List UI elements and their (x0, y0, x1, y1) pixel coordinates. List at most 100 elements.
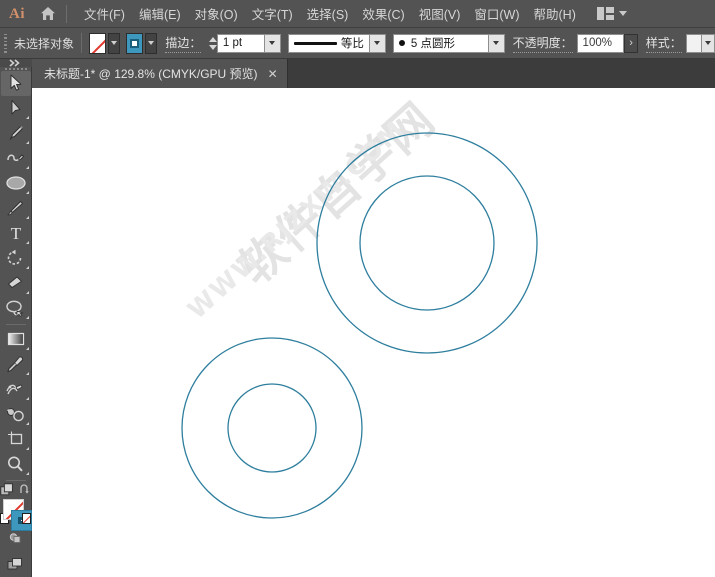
stroke-profile-dropdown[interactable] (369, 33, 386, 53)
toolbar-expand-button[interactable] (0, 59, 32, 67)
menu-item-object[interactable]: 对象(O) (188, 0, 245, 27)
swap-arrow-icon[interactable] (19, 484, 31, 496)
ellipse-tool[interactable] (1, 171, 31, 196)
menu-item-select[interactable]: 选择(S) (300, 0, 356, 27)
options-bar-grip[interactable] (2, 31, 9, 55)
chevron-down-icon (269, 41, 276, 45)
paintbrush-icon (6, 201, 23, 216)
menu-item-file[interactable]: 文件(F) (77, 0, 132, 27)
pen-icon (9, 126, 23, 140)
lasso-tool[interactable] (1, 296, 31, 321)
menu-item-edit[interactable]: 编辑(E) (132, 0, 188, 27)
type-t-icon: T (10, 224, 21, 242)
screen-mode-button[interactable] (1, 552, 31, 577)
artboard-canvas[interactable]: 软件自学网 WWW.RJZXW.COM (32, 88, 715, 577)
zoom-tool[interactable] (1, 452, 31, 477)
menu-item-window[interactable]: 窗口(W) (467, 0, 526, 27)
artboard-icon (7, 431, 22, 445)
document-tab-title: 未标题-1* @ 129.8% (CMYK/GPU 预览) (44, 67, 258, 81)
drawing-mode-button[interactable] (1, 527, 31, 552)
opacity-expand-button[interactable]: › (624, 33, 638, 53)
brush-dot-icon (398, 40, 405, 46)
illustrator-window: Ai 文件(F) 编辑(E) 对象(O) 文字(T) 选择(S) 效果(C) 视… (0, 0, 715, 577)
brush-definition-value[interactable]: 5 点圆形 (392, 33, 489, 53)
chevron-down-icon (110, 41, 117, 45)
tool-flyout-indicator (25, 115, 29, 119)
home-icon[interactable] (34, 0, 62, 28)
fill-swatch-button[interactable] (88, 32, 106, 54)
close-icon[interactable]: ✕ (268, 68, 278, 80)
svg-text:T: T (10, 224, 21, 242)
document-tab[interactable]: 未标题-1* @ 129.8% (CMYK/GPU 预览) ✕ (32, 59, 288, 88)
pen-tool[interactable] (1, 121, 31, 146)
gradient-square-icon (7, 333, 24, 346)
selection-tool[interactable] (0, 70, 31, 96)
opacity-value[interactable]: 100% (576, 33, 625, 53)
tool-flyout-indicator (25, 471, 29, 475)
tool-flyout-indicator (25, 371, 29, 375)
circle-group-1-inner[interactable] (359, 175, 495, 311)
stroke-weight-dropdown[interactable] (264, 33, 281, 53)
paintbrush-tool[interactable] (1, 196, 31, 221)
ellipse-icon (5, 176, 26, 190)
tool-flyout-indicator (25, 290, 29, 294)
brush-definition-label: 5 点圆形 (410, 38, 455, 50)
app-logo: Ai (9, 5, 25, 22)
no-fill-slash-icon (89, 33, 105, 53)
brush-definition-dropdown[interactable] (488, 33, 505, 53)
document-tab-strip: 未标题-1* @ 129.8% (CMYK/GPU 预览) ✕ (32, 59, 715, 88)
artboard-tool[interactable] (1, 427, 31, 452)
stroke-profile-combo[interactable]: 等比 (287, 33, 386, 53)
screen-mode-icon (7, 558, 22, 570)
eyedropper-tool[interactable] (1, 352, 31, 377)
opacity-label: 不透明度： (512, 34, 573, 53)
menu-bar: Ai 文件(F) 编辑(E) 对象(O) 文字(T) 选择(S) 效果(C) 视… (0, 0, 715, 28)
eraser-tool[interactable] (1, 271, 31, 296)
fill-dropdown-button[interactable] (107, 32, 120, 54)
tool-flyout-indicator (25, 315, 29, 319)
menu-items: 文件(F) 编辑(E) 对象(O) 文字(T) 选择(S) 效果(C) 视图(V… (77, 0, 583, 27)
menu-item-effect[interactable]: 效果(C) (355, 0, 411, 27)
menu-divider (66, 4, 67, 23)
eyedropper-icon (7, 356, 24, 373)
arrange-documents-button[interactable] (596, 7, 627, 20)
tools-panel: T (0, 59, 32, 577)
rotate-tool[interactable] (1, 246, 31, 271)
graphic-style-swatch[interactable] (685, 33, 703, 53)
stroke-profile-value[interactable]: 等比 (287, 33, 370, 53)
circle-group-2-outer[interactable] (181, 337, 363, 519)
graphic-style-dropdown[interactable] (702, 33, 715, 53)
tool-flyout-indicator (25, 215, 29, 219)
menu-item-type[interactable]: 文字(T) (245, 0, 300, 27)
chevron-down-icon (705, 41, 712, 45)
stroke-weight-stepper[interactable] (208, 33, 217, 53)
gradient-tool[interactable] (1, 327, 31, 352)
direct-selection-tool[interactable] (1, 96, 31, 121)
blend-tool[interactable] (1, 377, 31, 402)
overlap-squares-icon[interactable] (0, 483, 14, 497)
double-chevron-right-icon (9, 59, 20, 67)
stroke-weight-value[interactable]: 1 pt (216, 33, 265, 53)
selection-status-label: 未选择对象 (14, 36, 75, 51)
chevron-down-icon (618, 11, 627, 16)
stroke-weight-label: 描边： (165, 34, 202, 53)
circle-group-2-inner[interactable] (227, 383, 317, 473)
blend-icon (6, 384, 23, 395)
stroke-weight-combo[interactable]: 1 pt (216, 33, 281, 53)
stroke-dropdown-button[interactable] (144, 32, 157, 54)
chevron-down-icon (374, 41, 381, 45)
stroke-swatch-button[interactable] (125, 32, 143, 54)
tool-flyout-indicator (25, 190, 29, 194)
arrow-hollow-icon (11, 100, 21, 115)
type-tool[interactable]: T (1, 221, 31, 246)
curvature-tool[interactable] (1, 146, 31, 171)
menu-item-help[interactable]: 帮助(H) (527, 0, 583, 27)
circle-group-1-outer[interactable] (316, 132, 538, 354)
arrange-documents-icon (596, 7, 614, 20)
none-swatch-icon[interactable] (22, 512, 31, 524)
menu-item-view[interactable]: 视图(V) (412, 0, 468, 27)
shape-builder-tool[interactable] (1, 402, 31, 427)
options-divider-1 (81, 33, 82, 53)
tool-flyout-indicator (25, 265, 29, 269)
brush-definition-combo[interactable]: 5 点圆形 (392, 33, 505, 53)
